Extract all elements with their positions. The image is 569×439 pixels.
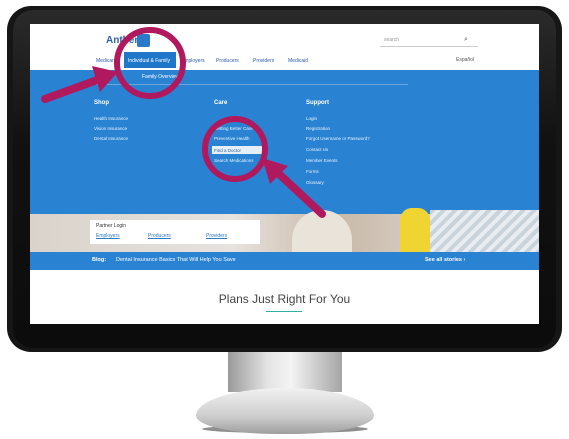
annotation-arrow-left [41,66,118,103]
annotation-circle-find-doctor [202,116,268,182]
annotation-arrow-right [262,158,326,218]
annotation-circle-nav [114,27,186,99]
annotation-overlay [41,27,326,218]
